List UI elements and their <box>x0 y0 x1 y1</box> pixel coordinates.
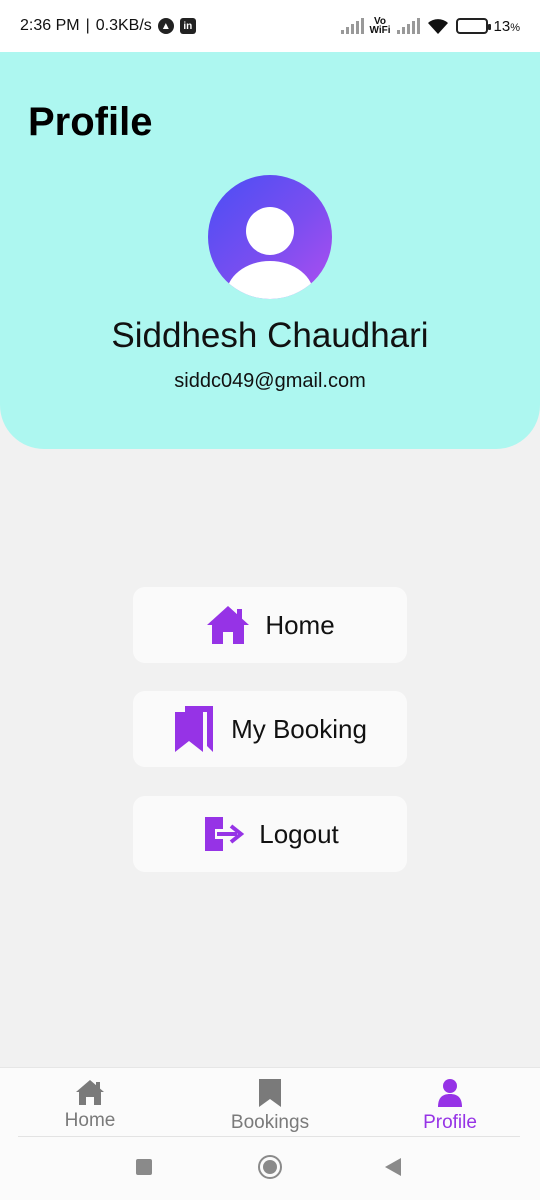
home-button-label: Home <box>265 609 335 640</box>
nav-profile[interactable]: Profile <box>360 1068 540 1138</box>
logout-icon <box>205 817 245 851</box>
user-name: Siddhesh Chaudhari <box>111 316 429 355</box>
nav-home-label: Home <box>64 1110 116 1131</box>
logout-button-label: Logout <box>259 818 339 849</box>
status-separator: | <box>85 17 90 34</box>
back-icon[interactable] <box>385 1158 401 1176</box>
my-booking-button-label: My Booking <box>231 713 367 744</box>
nav-home[interactable]: Home <box>0 1068 180 1138</box>
avatar <box>208 175 332 299</box>
system-nav-bar <box>0 1137 540 1200</box>
bottom-nav: Home Bookings Profile <box>0 1067 540 1137</box>
vowifi-bottom-label: WiFi <box>369 25 391 36</box>
page-title: Profile <box>28 100 153 144</box>
signal-2-icon <box>396 18 420 34</box>
home-icon <box>207 606 250 644</box>
avatar-body <box>226 261 314 299</box>
network-speed: 0.3KB/s <box>95 17 152 34</box>
user-email: siddc049@gmail.com <box>174 370 366 392</box>
logout-button[interactable]: Logout <box>133 796 407 872</box>
battery-percent: 13 <box>493 17 511 35</box>
nav-profile-label: Profile <box>423 1112 477 1133</box>
home-icon <box>76 1080 104 1105</box>
status-time: 2:36 PM <box>20 17 80 34</box>
person-icon <box>438 1079 462 1107</box>
linkedin-icon: in <box>179 18 196 34</box>
home-circle-icon[interactable] <box>258 1155 282 1179</box>
home-button[interactable]: Home <box>133 587 407 663</box>
recents-icon[interactable] <box>136 1159 152 1175</box>
avatar-head <box>246 207 294 255</box>
status-bar: 2:36 PM | 0.3KB/s ▲ in Vo WiFi 13% <box>0 0 540 52</box>
nav-bookings[interactable]: Bookings <box>180 1068 360 1138</box>
status-right: Vo WiFi 13% <box>340 17 520 36</box>
my-booking-button[interactable]: My Booking <box>133 691 407 767</box>
battery-unit: % <box>510 21 520 34</box>
profile-header: Profile Siddhesh Chaudhari siddc049@gmai… <box>0 52 540 449</box>
app-notification-icon: ▲ <box>157 18 174 34</box>
status-left: 2:36 PM | 0.3KB/s ▲ in <box>20 17 196 35</box>
bookmarks-icon <box>175 706 214 752</box>
battery-level: 13% <box>494 18 520 35</box>
bookmark-icon <box>259 1079 281 1107</box>
vowifi-icon: Vo WiFi <box>369 17 391 36</box>
signal-icon <box>340 18 364 34</box>
nav-bookings-label: Bookings <box>230 1112 310 1133</box>
battery-icon <box>455 18 491 34</box>
wifi-icon <box>427 19 448 34</box>
